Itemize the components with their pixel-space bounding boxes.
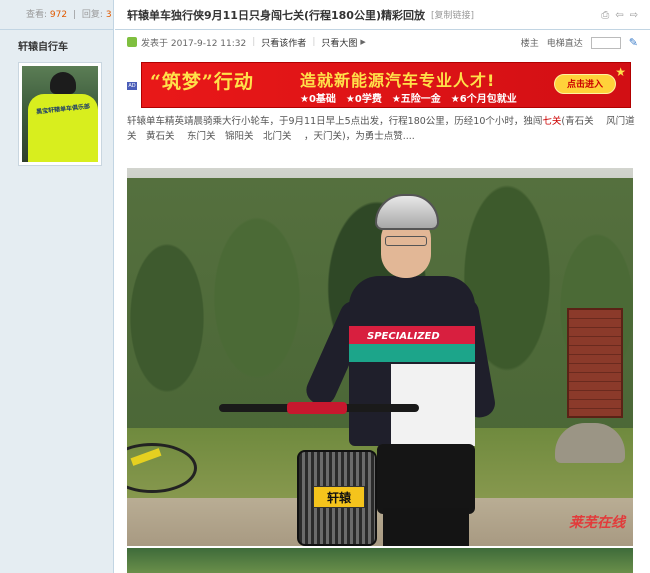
post-title: 轩辕单车独行侠9月11日只身闯七关(行程180公里)精彩回放 — [127, 8, 425, 22]
stats-separator: | — [72, 10, 77, 20]
avatar[interactable]: 黑宝轩辕单车俱乐部 — [18, 62, 102, 166]
floor-label: 楼主 — [520, 39, 539, 49]
meta-bar: 发表于 2017-9-12 11:32 | 只看该作者 | 只看大图 ▶ 楼主 … — [115, 30, 650, 54]
ad-tag: AD — [127, 82, 137, 90]
banner-enter-button[interactable]: 点击进入 — [554, 74, 616, 94]
replies-count: 3 — [105, 10, 112, 20]
next-icon[interactable]: ⇨ — [630, 10, 638, 21]
title-bar: 轩辕单车独行侠9月11日只身闯七关(行程180公里)精彩回放 [复制链接] ⎙ … — [115, 0, 650, 30]
meta-separator: | — [252, 37, 256, 47]
photo-handlebar-grip — [287, 402, 347, 414]
banner-slogan-3: ★0基础 ★0学费 ★五险一金 ★6个月包就业 — [300, 94, 517, 105]
photo-basket-label: 轩辕 — [313, 486, 365, 508]
post-stats: 查看: 972 | 回复: 3 — [0, 0, 113, 30]
only-images-link[interactable]: 只看大图 — [321, 36, 357, 49]
banner-slogan-2: 造就新能源汽车专业人才! — [300, 71, 496, 90]
online-status-icon — [127, 37, 137, 47]
title-icons: ⎙ ⇦ ⇨ — [601, 10, 638, 21]
post-photo[interactable]: SPECIALIZED 轩辕 莱芜在线 — [127, 168, 633, 546]
photo-jersey-stripe-green — [349, 344, 475, 362]
post-sidebar: 查看: 972 | 回复: 3 轩辕自行车 黑宝轩辕单车俱乐部 — [0, 0, 114, 573]
replies-label: 回复: — [81, 10, 103, 20]
avatar-helmet — [50, 72, 76, 94]
post-date: 发表于 2017-9-12 11:32 — [141, 38, 247, 49]
photo-jersey-text: SPECIALIZED — [367, 331, 440, 342]
post-text-highlight: 七关 — [542, 116, 562, 127]
post-text-part1: 轩辕单车精英靖晨骑乘大行小轮车，于9月11日早上5点出发，行程180公里，历经1… — [127, 116, 543, 127]
prev-icon[interactable]: ⇦ — [615, 10, 623, 21]
ad-banner-row: AD “筑梦”行动 造就新能源汽车专业人才! ★0基础 ★0学费 ★五险一金 ★… — [127, 62, 647, 110]
photo-brick-pillar — [567, 308, 623, 418]
post-body-text: 轩辕单车精英靖晨骑乘大行小轮车，于9月11日早上5点出发，行程180公里，历经1… — [127, 114, 635, 144]
post-photo-2[interactable] — [127, 548, 633, 573]
copy-link[interactable]: [复制链接] — [431, 8, 474, 21]
photo-rider-legs — [383, 508, 469, 546]
ad-banner[interactable]: “筑梦”行动 造就新能源汽车专业人才! ★0基础 ★0学费 ★五险一金 ★6个月… — [141, 62, 631, 108]
floor-jump-input[interactable] — [590, 36, 621, 49]
print-icon[interactable]: ⎙ — [601, 10, 609, 21]
meta-right: 楼主 电梯直达 ✎ — [521, 36, 638, 49]
author-name[interactable]: 轩辕自行车 — [18, 38, 68, 53]
banner-slogan-1: “筑梦”行动 — [150, 71, 254, 93]
views-label: 查看: — [26, 10, 48, 20]
pen-icon[interactable]: ✎ — [629, 36, 638, 49]
photo-rider-glasses — [385, 236, 427, 246]
avatar-image: 黑宝轩辕单车俱乐部 — [22, 66, 98, 162]
post-content: 轩辕单车独行侠9月11日只身闯七关(行程180公里)精彩回放 [复制链接] ⎙ … — [115, 0, 650, 573]
views-count: 972 — [49, 10, 68, 20]
photo-rider-shorts — [377, 444, 475, 514]
only-author-link[interactable]: 只看该作者 — [261, 36, 306, 49]
jump-label: 电梯直达 — [546, 39, 583, 49]
caret-right-icon: ▶ — [360, 38, 366, 46]
photo-watermark: 莱芜在线 — [569, 515, 625, 531]
meta-separator: | — [312, 37, 316, 47]
star-icon: ★ — [615, 65, 626, 79]
